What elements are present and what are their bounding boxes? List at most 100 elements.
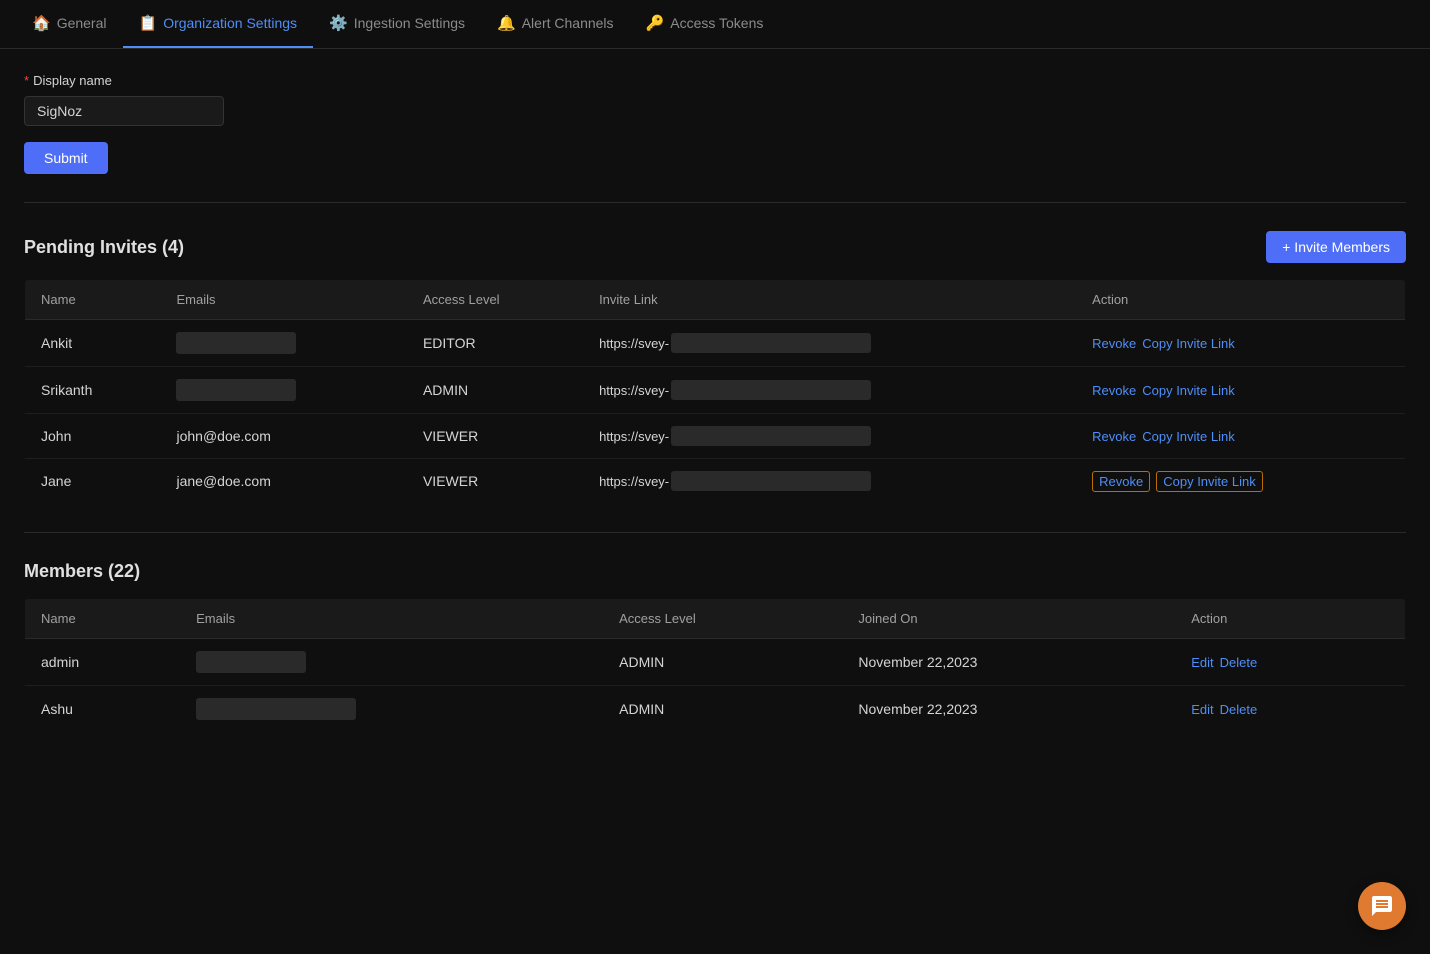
- invite-action-cell: Revoke Copy Invite Link: [1076, 459, 1405, 504]
- copy-invite-link[interactable]: Copy Invite Link: [1142, 383, 1235, 398]
- delete-member-link[interactable]: Delete: [1220, 702, 1258, 717]
- chat-icon: [1370, 894, 1394, 918]
- main-content: *Display name Submit Pending Invites (4)…: [0, 49, 1430, 757]
- col-emails: Emails: [160, 280, 406, 320]
- members-section: Members (22) Name Emails Access Level Jo…: [24, 561, 1406, 733]
- required-marker: *: [24, 73, 29, 88]
- tab-ingestion[interactable]: ⚙️ Ingestion Settings: [313, 0, 481, 48]
- section-divider-2: [24, 532, 1406, 533]
- copy-invite-link[interactable]: Copy Invite Link: [1142, 429, 1235, 444]
- tab-alert-channels[interactable]: 🔔 Alert Channels: [481, 0, 630, 48]
- display-name-input[interactable]: [24, 96, 224, 126]
- pending-invites-section: Pending Invites (4) + Invite Members Nam…: [24, 231, 1406, 504]
- member-access-level-cell: ADMIN: [603, 639, 842, 686]
- redacted-invite-link: [671, 426, 871, 446]
- revoke-link[interactable]: Revoke: [1092, 336, 1136, 351]
- tab-general-label: General: [57, 15, 107, 31]
- invite-email-cell: [160, 320, 406, 367]
- delete-member-link[interactable]: Delete: [1220, 655, 1258, 670]
- tab-org-settings[interactable]: 📋 Organization Settings: [123, 0, 314, 48]
- chat-button[interactable]: [1358, 882, 1406, 930]
- invite-name-cell: Jane: [25, 459, 161, 504]
- top-nav: 🏠 General 📋 Organization Settings ⚙️ Ing…: [0, 0, 1430, 49]
- members-table-header: Name Emails Access Level Joined On Actio…: [25, 599, 1406, 639]
- edit-member-link[interactable]: Edit: [1191, 655, 1213, 670]
- tab-access-tokens-label: Access Tokens: [670, 15, 763, 31]
- invite-access-level-cell: ADMIN: [407, 367, 583, 414]
- pending-invites-title: Pending Invites (4): [24, 237, 184, 258]
- tab-general[interactable]: 🏠 General: [16, 0, 123, 48]
- invite-access-level-cell: VIEWER: [407, 459, 583, 504]
- tab-access-tokens[interactable]: 🔑 Access Tokens: [630, 0, 780, 48]
- member-access-level-cell: ADMIN: [603, 686, 842, 733]
- revoke-link[interactable]: Revoke: [1092, 471, 1150, 492]
- members-table: Name Emails Access Level Joined On Actio…: [24, 598, 1406, 733]
- invite-link-prefix: https://svey-: [599, 474, 669, 489]
- invite-action-cell: Revoke Copy Invite Link: [1076, 414, 1405, 459]
- pending-invites-table-header: Name Emails Access Level Invite Link Act…: [25, 280, 1406, 320]
- member-action-cell: Edit Delete: [1175, 639, 1405, 686]
- pending-invites-table-body: Ankit EDITOR https://svey- Revoke Copy Invit…: [25, 320, 1406, 504]
- invite-email-cell: [160, 367, 406, 414]
- member-col-emails: Emails: [180, 599, 603, 639]
- table-row: Ashu ADMINNovember 22,2023 Edit Delete: [25, 686, 1406, 733]
- redacted-email: [196, 651, 306, 673]
- member-email-cell: [180, 639, 603, 686]
- display-name-section: *Display name Submit: [24, 73, 1406, 174]
- invite-access-level-cell: EDITOR: [407, 320, 583, 367]
- redacted-email: [176, 332, 296, 354]
- submit-button[interactable]: Submit: [24, 142, 108, 174]
- invite-action-cell: Revoke Copy Invite Link: [1076, 367, 1405, 414]
- invite-link-prefix: https://svey-: [599, 336, 669, 351]
- member-col-access-level: Access Level: [603, 599, 842, 639]
- invite-name-cell: Ankit: [25, 320, 161, 367]
- alert-channels-icon: 🔔: [497, 14, 516, 32]
- copy-invite-link[interactable]: Copy Invite Link: [1156, 471, 1263, 492]
- edit-member-link[interactable]: Edit: [1191, 702, 1213, 717]
- invite-email-cell: john@doe.com: [160, 414, 406, 459]
- org-settings-icon: 📋: [139, 14, 158, 32]
- member-col-action: Action: [1175, 599, 1405, 639]
- member-col-joined-on: Joined On: [842, 599, 1175, 639]
- display-name-label: *Display name: [24, 73, 1406, 88]
- col-action: Action: [1076, 280, 1405, 320]
- member-joined-on-cell: November 22,2023: [842, 639, 1175, 686]
- pending-invites-table: Name Emails Access Level Invite Link Act…: [24, 279, 1406, 504]
- member-col-name: Name: [25, 599, 181, 639]
- invite-name-cell: John: [25, 414, 161, 459]
- col-invite-link: Invite Link: [583, 280, 1076, 320]
- tab-alert-channels-label: Alert Channels: [522, 15, 614, 31]
- table-row: Srikanth ADMIN https://svey- Revoke Copy Inv…: [25, 367, 1406, 414]
- redacted-email: [176, 379, 296, 401]
- tab-org-settings-label: Organization Settings: [163, 15, 297, 31]
- member-name-cell: admin: [25, 639, 181, 686]
- invite-link-cell: https://svey-: [583, 414, 1076, 459]
- col-access-level: Access Level: [407, 280, 583, 320]
- member-name-cell: Ashu: [25, 686, 181, 733]
- table-row: Janejane@doe.comVIEWER https://svey- Revok…: [25, 459, 1406, 504]
- invite-members-button[interactable]: + Invite Members: [1266, 231, 1406, 263]
- section-divider-1: [24, 202, 1406, 203]
- col-name: Name: [25, 280, 161, 320]
- table-row: Johnjohn@doe.comVIEWERhttps://svey-Revok…: [25, 414, 1406, 459]
- invite-link-cell: https://svey-: [583, 367, 1076, 414]
- revoke-link[interactable]: Revoke: [1092, 429, 1136, 444]
- invite-name-cell: Srikanth: [25, 367, 161, 414]
- invite-link-cell: https://svey-: [583, 459, 1076, 504]
- member-action-cell: Edit Delete: [1175, 686, 1405, 733]
- invite-link-prefix: https://svey-: [599, 383, 669, 398]
- member-joined-on-cell: November 22,2023: [842, 686, 1175, 733]
- redacted-invite-link: [671, 471, 871, 491]
- access-tokens-icon: 🔑: [646, 14, 665, 32]
- invite-email-cell: jane@doe.com: [160, 459, 406, 504]
- copy-invite-link[interactable]: Copy Invite Link: [1142, 336, 1235, 351]
- tab-ingestion-label: Ingestion Settings: [354, 15, 465, 31]
- invite-link-cell: https://svey-: [583, 320, 1076, 367]
- redacted-invite-link: [671, 333, 871, 353]
- pending-invites-header: Pending Invites (4) + Invite Members: [24, 231, 1406, 263]
- revoke-link[interactable]: Revoke: [1092, 383, 1136, 398]
- table-row: admin ADMINNovember 22,2023 Edit Delete: [25, 639, 1406, 686]
- members-header: Members (22): [24, 561, 1406, 582]
- invite-link-prefix: https://svey-: [599, 429, 669, 444]
- members-title: Members (22): [24, 561, 140, 582]
